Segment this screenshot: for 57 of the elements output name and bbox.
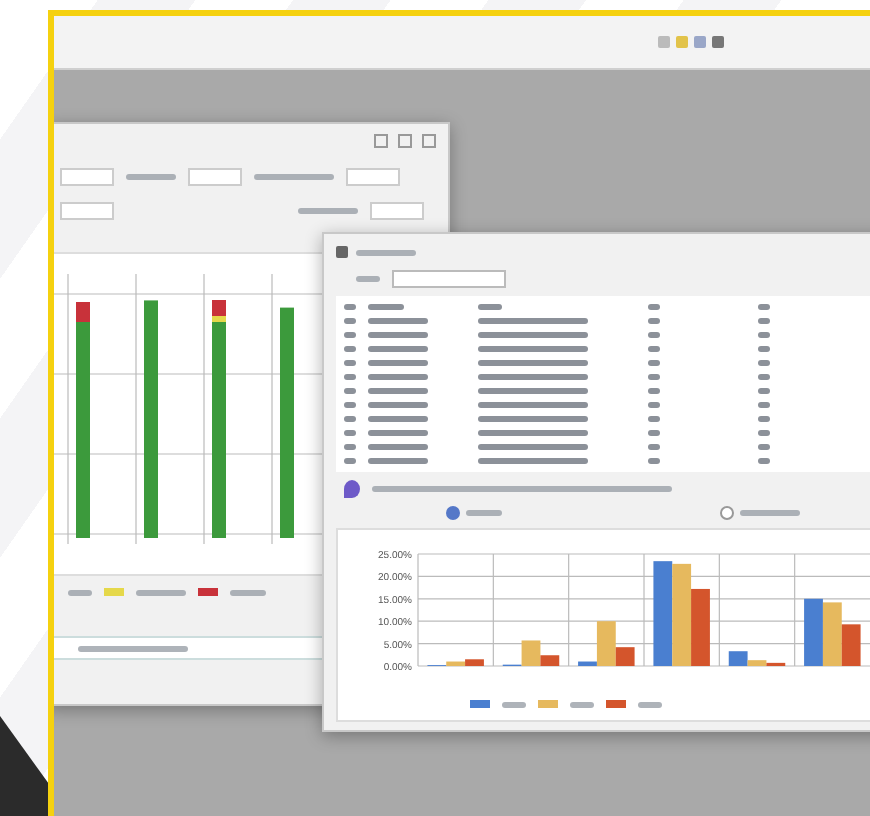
illegible-text (478, 360, 588, 366)
illegible-text (570, 701, 594, 707)
illegible-text (739, 510, 799, 516)
input-field[interactable] (370, 202, 424, 220)
input-field[interactable] (188, 168, 242, 186)
illegible-text (465, 510, 501, 516)
window-icon (336, 246, 348, 258)
illegible-text (478, 430, 588, 436)
legend-swatch (104, 588, 124, 596)
illegible-text (368, 458, 428, 464)
illegible-text (126, 174, 176, 180)
illegible-text (368, 360, 428, 366)
illegible-text (368, 416, 428, 422)
illegible-text (68, 589, 92, 595)
illegible-text (478, 444, 588, 450)
illegible-text (478, 402, 588, 408)
illegible-text (478, 388, 588, 394)
illegible-text (478, 416, 588, 422)
illegible-text (478, 318, 588, 324)
radio-button[interactable] (445, 506, 459, 520)
bar (691, 588, 710, 666)
input-field[interactable] (346, 168, 400, 186)
illegible-text (298, 208, 358, 214)
illegible-text (368, 346, 428, 352)
illegible-text (368, 374, 428, 380)
input-field[interactable] (60, 168, 114, 186)
illegible-text (502, 701, 526, 707)
legend-swatch (470, 700, 490, 708)
illegible-text (368, 430, 428, 436)
illegible-text (368, 388, 428, 394)
radio-button[interactable] (719, 506, 733, 520)
illegible-text (254, 174, 334, 180)
filter-field[interactable] (392, 270, 506, 288)
illegible-text (78, 645, 188, 651)
illegible-text (478, 458, 588, 464)
illegible-text (368, 402, 428, 408)
illegible-text (368, 304, 404, 310)
illegible-text (368, 444, 428, 450)
illegible-text (478, 346, 588, 352)
illegible-text (478, 332, 588, 338)
illegible-text (356, 249, 416, 255)
legend-swatch (606, 700, 626, 708)
info-icon (344, 480, 360, 498)
legend-swatch (538, 700, 558, 708)
illegible-text (136, 589, 186, 595)
input-field[interactable] (60, 202, 114, 220)
illegible-text (478, 304, 502, 310)
illegible-text (368, 332, 428, 338)
illegible-text (638, 701, 662, 707)
bar (804, 598, 823, 666)
bar (672, 563, 692, 666)
illegible-text (230, 589, 266, 595)
illegible-text (368, 318, 428, 324)
illegible-text (478, 374, 588, 380)
illegible-text (356, 276, 380, 282)
bar (653, 561, 673, 666)
legend-swatch (198, 588, 218, 596)
